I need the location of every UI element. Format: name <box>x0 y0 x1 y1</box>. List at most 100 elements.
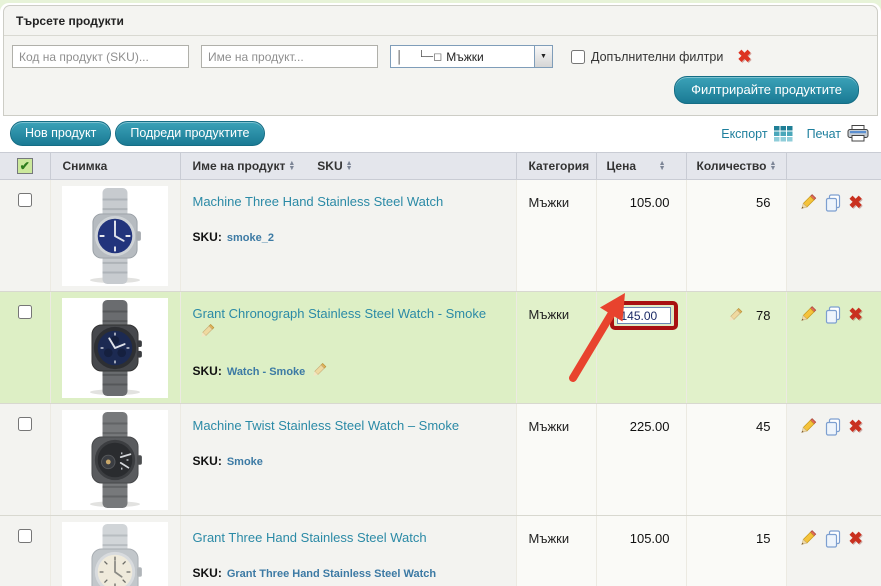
category-cell: Мъжки <box>516 516 596 586</box>
header-category: Категория <box>516 153 596 180</box>
sort-price-control[interactable]: ▲▼ <box>659 161 666 171</box>
tree-bar-glyph: │ <box>396 50 404 64</box>
header-price-label: Цена <box>607 159 637 173</box>
quantity-cell: 45 <box>686 404 786 516</box>
header-sku-label: SKU <box>317 159 342 173</box>
sku-value: smoke_2 <box>227 232 274 244</box>
quantity-cell: 56 <box>686 180 786 292</box>
toolbar-right: Експорт Печат <box>721 125 871 142</box>
printer-icon[interactable] <box>847 125 869 142</box>
filter-products-button[interactable]: Филтрирайте продуктите <box>674 76 859 104</box>
tree-branch-icon: └─◻ <box>418 50 443 63</box>
header-select-all: ✔ <box>0 153 50 180</box>
search-panel-title: Търсете продукти <box>4 6 877 36</box>
table-row: Machine Three Hand Stainless Steel Watch… <box>0 180 881 292</box>
category-select[interactable]: │ └─◻ Мъжки ▼ <box>390 45 553 68</box>
product-name-link[interactable]: Grant Chronograph Stainless Steel Watch … <box>193 306 487 321</box>
product-image-watch-silver-cream <box>62 522 168 586</box>
product-name-search-input[interactable] <box>201 45 378 68</box>
sku-search-input[interactable] <box>12 45 189 68</box>
print-link[interactable]: Печат <box>807 127 841 141</box>
duplicate-icon[interactable] <box>824 194 842 212</box>
inline-edit-name-pencil-icon[interactable] <box>198 323 215 345</box>
edit-pencil-icon[interactable] <box>798 529 817 548</box>
delete-icon[interactable]: ✖ <box>849 530 863 548</box>
category-select-value: Мъжки <box>446 50 534 64</box>
check-icon: ✔ <box>20 159 30 173</box>
sort-desc-icon: ▼ <box>346 166 353 171</box>
inline-edit-sku-pencil-icon[interactable] <box>310 362 327 384</box>
chevron-down-icon: ▼ <box>540 53 547 60</box>
delete-icon[interactable]: ✖ <box>849 418 863 436</box>
extra-filters-checkbox[interactable] <box>571 50 585 64</box>
price-cell: 225.00 <box>596 404 686 516</box>
select-all-checkbox[interactable]: ✔ <box>17 158 33 174</box>
edit-pencil-icon[interactable] <box>798 193 817 212</box>
price-edit-annotation-box <box>610 301 678 330</box>
search-panel: Търсете продукти │ └─◻ Мъжки ▼ Допълните… <box>3 5 878 116</box>
row-checkbox[interactable] <box>18 305 32 319</box>
sku-label: SKU: <box>193 230 222 244</box>
quantity-cell: 15 <box>686 516 786 586</box>
quantity-value: 78 <box>756 308 770 323</box>
sku-value: Watch - Smoke <box>227 366 305 378</box>
sku-value: Grant Three Hand Stainless Steel Watch <box>227 568 436 580</box>
inline-edit-quantity-pencil-icon[interactable] <box>726 307 743 327</box>
price-cell: 105.00 <box>596 516 686 586</box>
product-name-link[interactable]: Machine Twist Stainless Steel Watch – Sm… <box>193 418 460 433</box>
sku-label: SKU: <box>193 566 222 580</box>
price-edit-input[interactable] <box>617 307 671 324</box>
duplicate-icon[interactable] <box>824 306 842 324</box>
header-name-label: Име на продукт <box>193 159 286 173</box>
header-quantity: Количество ▲▼ <box>686 153 786 180</box>
edit-pencil-icon[interactable] <box>798 305 817 324</box>
sort-desc-icon: ▼ <box>288 166 295 171</box>
main-panel: Търсете продукти │ └─◻ Мъжки ▼ Допълните… <box>0 3 881 586</box>
sort-desc-icon: ▼ <box>769 166 776 171</box>
duplicate-icon[interactable] <box>824 418 842 436</box>
row-checkbox[interactable] <box>18 417 32 431</box>
product-image-watch-gunmetal <box>62 410 168 510</box>
sort-products-button[interactable]: Подреди продуктите <box>115 121 264 146</box>
toolbar: Нов продукт Подреди продуктите Експорт П… <box>0 116 881 152</box>
header-photo-label: Снимка <box>63 159 108 173</box>
export-link[interactable]: Експорт <box>721 127 767 141</box>
row-checkbox[interactable] <box>18 529 32 543</box>
header-category-label: Категория <box>529 159 590 173</box>
table-row: Machine Twist Stainless Steel Watch – Sm… <box>0 404 881 516</box>
export-grid-icon[interactable] <box>774 126 793 142</box>
extra-filters-label: Допълнителни филтри <box>591 50 723 64</box>
header-name-sku: Име на продукт ▲▼ SKU ▲▼ <box>180 153 516 180</box>
sku-label: SKU: <box>193 364 222 378</box>
product-image-watch-smoke-chrono <box>62 298 168 398</box>
product-name-link[interactable]: Grant Three Hand Stainless Steel Watch <box>193 530 427 545</box>
edit-pencil-icon[interactable] <box>798 417 817 436</box>
table-header-row: ✔ Снимка Име на продукт ▲▼ SKU ▲▼ Катего… <box>0 153 881 180</box>
search-filters-row: │ └─◻ Мъжки ▼ Допълнителни филтри ✖ <box>4 36 877 72</box>
price-cell: 105.00 <box>596 180 686 292</box>
products-table: ✔ Снимка Име на продукт ▲▼ SKU ▲▼ Катего… <box>0 152 881 586</box>
table-row-highlighted: Grant Chronograph Stainless Steel Watch … <box>0 292 881 404</box>
category-cell: Мъжки <box>516 180 596 292</box>
sort-name-control[interactable]: ▲▼ <box>288 161 295 171</box>
select-dropdown-button[interactable]: ▼ <box>534 46 552 67</box>
product-name-link[interactable]: Machine Three Hand Stainless Steel Watch <box>193 194 444 209</box>
duplicate-icon[interactable] <box>824 530 842 548</box>
extra-filters-row: Допълнителни филтри ✖ <box>571 47 752 67</box>
delete-icon[interactable]: ✖ <box>849 306 863 324</box>
sort-desc-icon: ▼ <box>659 166 666 171</box>
row-checkbox[interactable] <box>18 193 32 207</box>
sort-sku-control[interactable]: ▲▼ <box>346 161 353 171</box>
filter-button-row: Филтрирайте продуктите <box>4 72 877 115</box>
sku-label: SKU: <box>193 454 222 468</box>
new-product-button[interactable]: Нов продукт <box>10 121 111 146</box>
delete-icon[interactable]: ✖ <box>849 194 863 212</box>
sort-quantity-control[interactable]: ▲▼ <box>769 161 776 171</box>
product-image-watch-silver-blue <box>62 186 168 286</box>
table-row: Grant Three Hand Stainless Steel Watch S… <box>0 516 881 586</box>
category-cell: Мъжки <box>516 404 596 516</box>
category-cell: Мъжки <box>516 292 596 404</box>
header-quantity-label: Количество <box>697 159 767 173</box>
clear-filters-icon[interactable]: ✖ <box>737 47 751 67</box>
header-actions <box>786 153 881 180</box>
